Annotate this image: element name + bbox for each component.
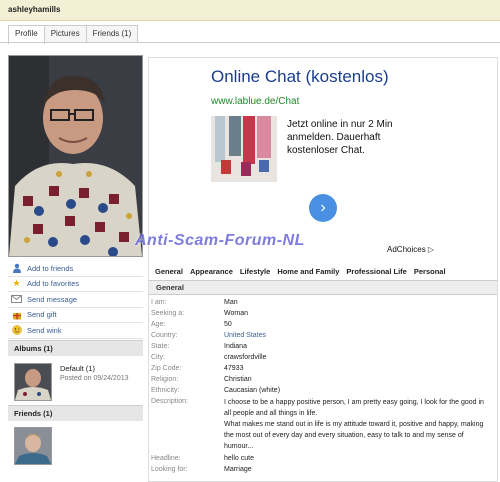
field-value: Woman <box>224 310 248 317</box>
send-message-link[interactable]: Send message <box>8 292 143 308</box>
field-label: Description: <box>151 398 188 405</box>
field-label: I am: <box>151 299 167 306</box>
username: ashleyhamills <box>8 5 61 14</box>
adchoices-label: AdChoices <box>387 245 426 254</box>
field-value: 50 <box>224 321 232 328</box>
field-value: Marriage <box>224 466 252 473</box>
person-icon <box>11 263 22 274</box>
field-label: Ethnicity: <box>151 387 180 394</box>
field-label: Looking for: <box>151 466 188 473</box>
action-label: Send message <box>27 294 78 304</box>
field-value: crawsfordville <box>224 354 267 361</box>
general-section-heading: General <box>149 280 497 295</box>
field-value: 47933 <box>224 365 244 372</box>
tab-home-and-family[interactable]: Home and Family <box>277 267 339 276</box>
album-posted-date: Posted on 09/24/2013 <box>60 375 129 382</box>
profile-content: Online Chat (kostenlos) www.lablue.de/Ch… <box>135 57 498 482</box>
envelope-icon <box>11 294 22 305</box>
tab-divider <box>0 42 500 43</box>
field-value: Man <box>224 299 238 306</box>
field-value: Caucasian (white) <box>224 387 281 394</box>
watermark: Anti-Scam-Forum-NL <box>135 232 305 249</box>
tab-general[interactable]: General <box>155 267 183 276</box>
tab-appearance[interactable]: Appearance <box>190 267 233 276</box>
adchoices-icon: ▷ <box>427 245 435 254</box>
field-value: Indiana <box>224 343 247 350</box>
field-label: Religion: <box>151 376 179 383</box>
field-label: City: <box>151 354 165 361</box>
country-link[interactable]: United States <box>224 331 489 341</box>
field-value: Christian <box>224 376 252 383</box>
star-icon: ★ <box>12 278 21 289</box>
tab-personal[interactable]: Personal <box>414 267 446 276</box>
adchoices-link[interactable]: AdChoices ▷ <box>387 245 434 254</box>
tab-professional-life[interactable]: Professional Life <box>346 267 406 276</box>
album-name[interactable]: Default (1) <box>60 364 95 373</box>
friend-thumbnail[interactable] <box>14 427 52 465</box>
field-label: State: <box>151 343 170 350</box>
tab-friends[interactable]: Friends (1) <box>85 25 139 43</box>
description-value: I choose to be a happy positive person, … <box>224 399 484 450</box>
add-to-friends-link[interactable]: Add to friends <box>8 261 143 277</box>
action-label: Add to friends <box>27 263 74 273</box>
albums-heading: Albums (1) <box>8 340 143 356</box>
profile-actions: Add to friends ★ Add to favorites Send m… <box>8 261 143 339</box>
field-label: Zip Code: <box>151 365 182 372</box>
ad-title[interactable]: Online Chat (kostenlos) <box>211 67 389 87</box>
ad-text: Jetzt online in nur 2 Min anmelden. Daue… <box>287 119 393 156</box>
chevron-right-icon[interactable]: › <box>309 194 337 222</box>
add-to-favorites-link[interactable]: ★ Add to favorites <box>8 277 143 292</box>
friends-heading: Friends (1) <box>8 405 143 421</box>
field-value: hello cute <box>224 455 254 462</box>
advertisement[interactable]: Online Chat (kostenlos) www.lablue.de/Ch… <box>135 58 497 263</box>
send-wink-link[interactable]: Send wink <box>8 323 143 339</box>
album-thumbnail[interactable] <box>14 363 52 401</box>
ad-url[interactable]: www.lablue.de/Chat <box>211 96 299 107</box>
field-label: Country: <box>151 332 178 339</box>
profile-photo[interactable] <box>8 55 143 257</box>
smiley-icon <box>11 325 22 336</box>
tab-lifestyle[interactable]: Lifestyle <box>240 267 270 276</box>
profile-section-tabs: General Appearance Lifestyle Home and Fa… <box>155 267 453 276</box>
action-label: Send gift <box>27 310 57 320</box>
send-gift-link[interactable]: Send gift <box>8 308 143 323</box>
gift-icon <box>11 309 22 320</box>
profile-tabs-bar: Profile Pictures Friends (1) <box>8 25 139 44</box>
action-label: Add to favorites <box>27 279 80 289</box>
field-label: Age: <box>151 321 166 328</box>
ad-image[interactable] <box>211 116 277 182</box>
top-bar: ashleyhamills <box>0 0 500 21</box>
action-label: Send wink <box>27 325 62 335</box>
field-label: Headline: <box>151 455 181 462</box>
field-label: Seeking a: <box>151 310 185 317</box>
tab-pictures[interactable]: Pictures <box>43 25 87 43</box>
